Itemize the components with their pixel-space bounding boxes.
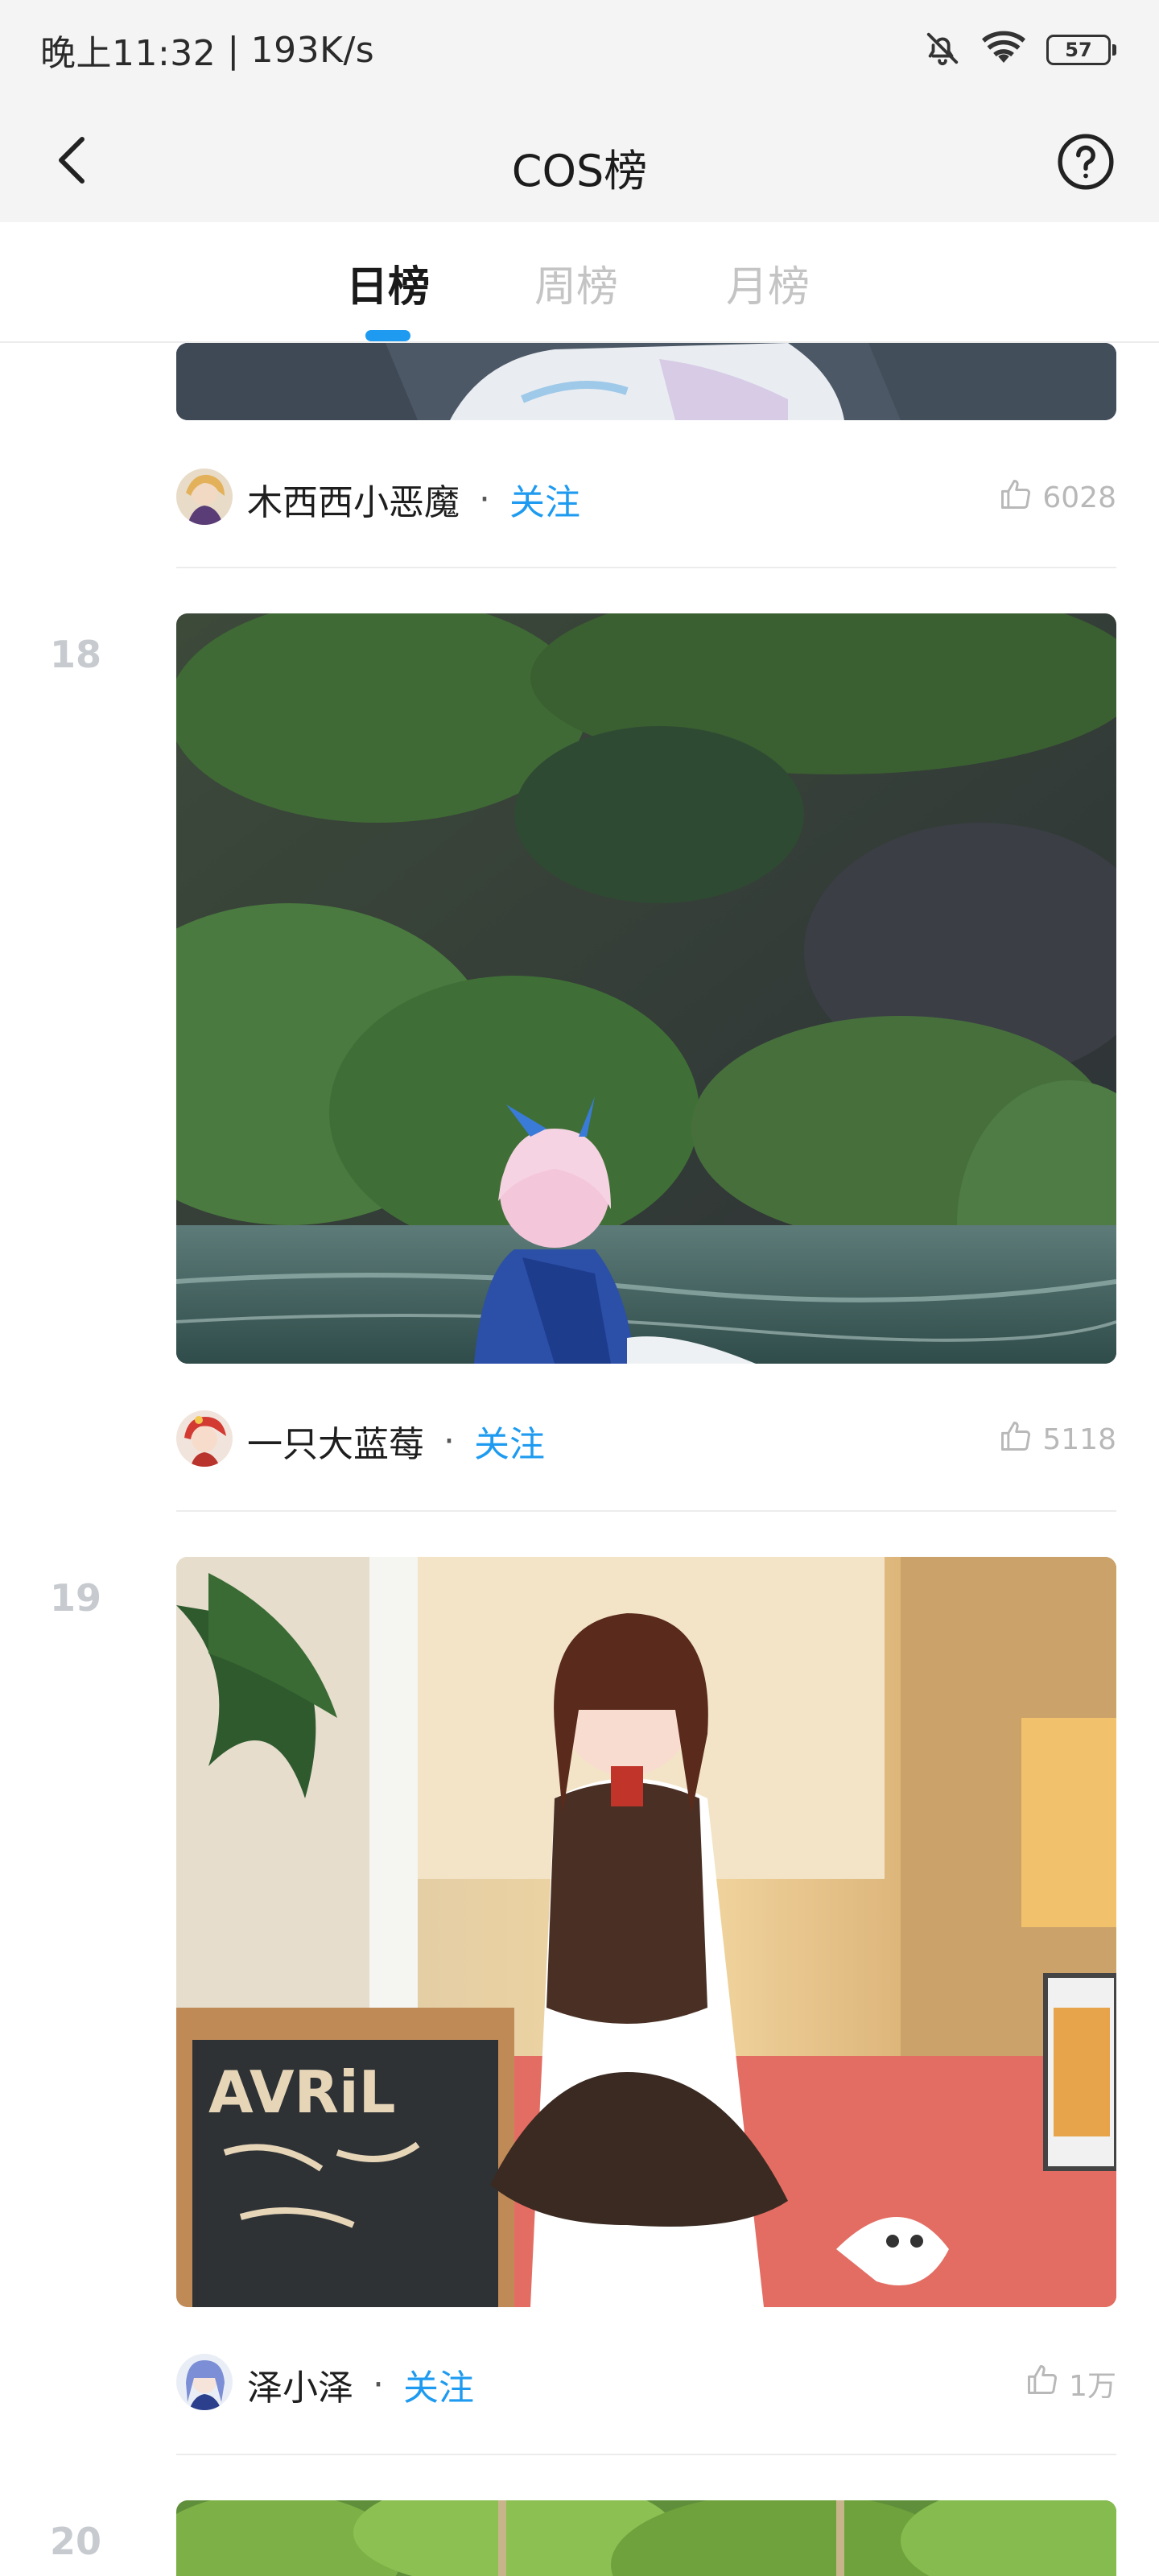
author-line: 泽小泽 · 关注 <box>247 2359 474 2410</box>
status-time: 晚上11:32 <box>40 33 217 74</box>
divider <box>176 567 1116 568</box>
like-count: 5118 <box>1042 1423 1116 1456</box>
like-button[interactable]: 6028 <box>997 477 1116 519</box>
tab-daily[interactable]: 日榜 <box>346 253 430 313</box>
like-count: 1万 <box>1069 2369 1116 2403</box>
rank-number: 18 <box>50 633 102 676</box>
tab-active-indicator <box>365 330 410 341</box>
divider <box>176 2454 1116 2455</box>
nav-bar: COS榜 <box>0 101 1159 222</box>
post-image[interactable] <box>176 613 1116 1364</box>
avatar[interactable] <box>176 1410 233 1467</box>
post-image[interactable]: AVRiL <box>176 1557 1116 2307</box>
status-right: 57 <box>924 24 1116 76</box>
author-name[interactable]: 木西西小恶魔 <box>247 473 460 525</box>
separator-dot: · <box>479 478 490 520</box>
svg-text:AVRiL: AVRiL <box>208 2058 396 2126</box>
page-title: COS榜 <box>511 146 648 196</box>
rank-number: 19 <box>50 1576 102 1620</box>
help-button[interactable] <box>1056 134 1116 193</box>
author-name[interactable]: 泽小泽 <box>247 2359 353 2410</box>
bell-off-icon <box>924 30 961 70</box>
post-meta: 一只大蓝莓 · 关注 5118 <box>176 1407 1116 1472</box>
avatar[interactable] <box>176 2354 233 2410</box>
like-button[interactable]: 1万 <box>1024 2362 1116 2405</box>
status-left: 晚上11:32 | 193K/s <box>40 24 374 76</box>
question-circle-icon <box>1056 132 1116 195</box>
status-separator: | <box>227 29 240 71</box>
like-count: 6028 <box>1042 481 1116 514</box>
divider <box>176 1510 1116 1512</box>
follow-button[interactable]: 关注 <box>509 473 580 525</box>
thumb-up-icon <box>997 477 1034 519</box>
thumb-up-icon <box>1024 2362 1061 2405</box>
tab-weekly[interactable]: 周榜 <box>534 253 618 313</box>
rank-number: 20 <box>50 2520 102 2563</box>
avatar[interactable] <box>176 469 233 525</box>
author-line: 一只大蓝莓 · 关注 <box>247 1415 545 1467</box>
status-network-speed: 193K/s <box>250 29 375 71</box>
post-image[interactable] <box>176 343 1116 420</box>
post-image[interactable] <box>176 2500 1116 2576</box>
author-line: 木西西小恶魔 · 关注 <box>247 473 580 525</box>
like-button[interactable]: 5118 <box>997 1418 1116 1461</box>
ranking-feed[interactable]: 木西西小恶魔 · 关注 6028 18 一只大蓝莓 · 关注 5118 19 A… <box>0 343 1159 2576</box>
separator-dot: · <box>373 2363 384 2405</box>
status-bar: 晚上11:32 | 193K/s 57 <box>0 0 1159 101</box>
separator-dot: · <box>443 1420 455 1462</box>
author-name[interactable]: 一只大蓝莓 <box>247 1415 424 1467</box>
post-meta: 木西西小恶魔 · 关注 6028 <box>176 465 1116 530</box>
thumb-up-icon <box>997 1418 1034 1461</box>
follow-button[interactable]: 关注 <box>474 1415 545 1467</box>
post-meta: 泽小泽 · 关注 1万 <box>176 2351 1116 2415</box>
tab-monthly[interactable]: 月榜 <box>726 253 810 313</box>
follow-button[interactable]: 关注 <box>403 2359 474 2410</box>
wifi-icon <box>982 30 1025 70</box>
ranking-tabs: 日榜 周榜 月榜 <box>0 222 1159 343</box>
battery-indicator: 57 <box>1046 35 1116 65</box>
